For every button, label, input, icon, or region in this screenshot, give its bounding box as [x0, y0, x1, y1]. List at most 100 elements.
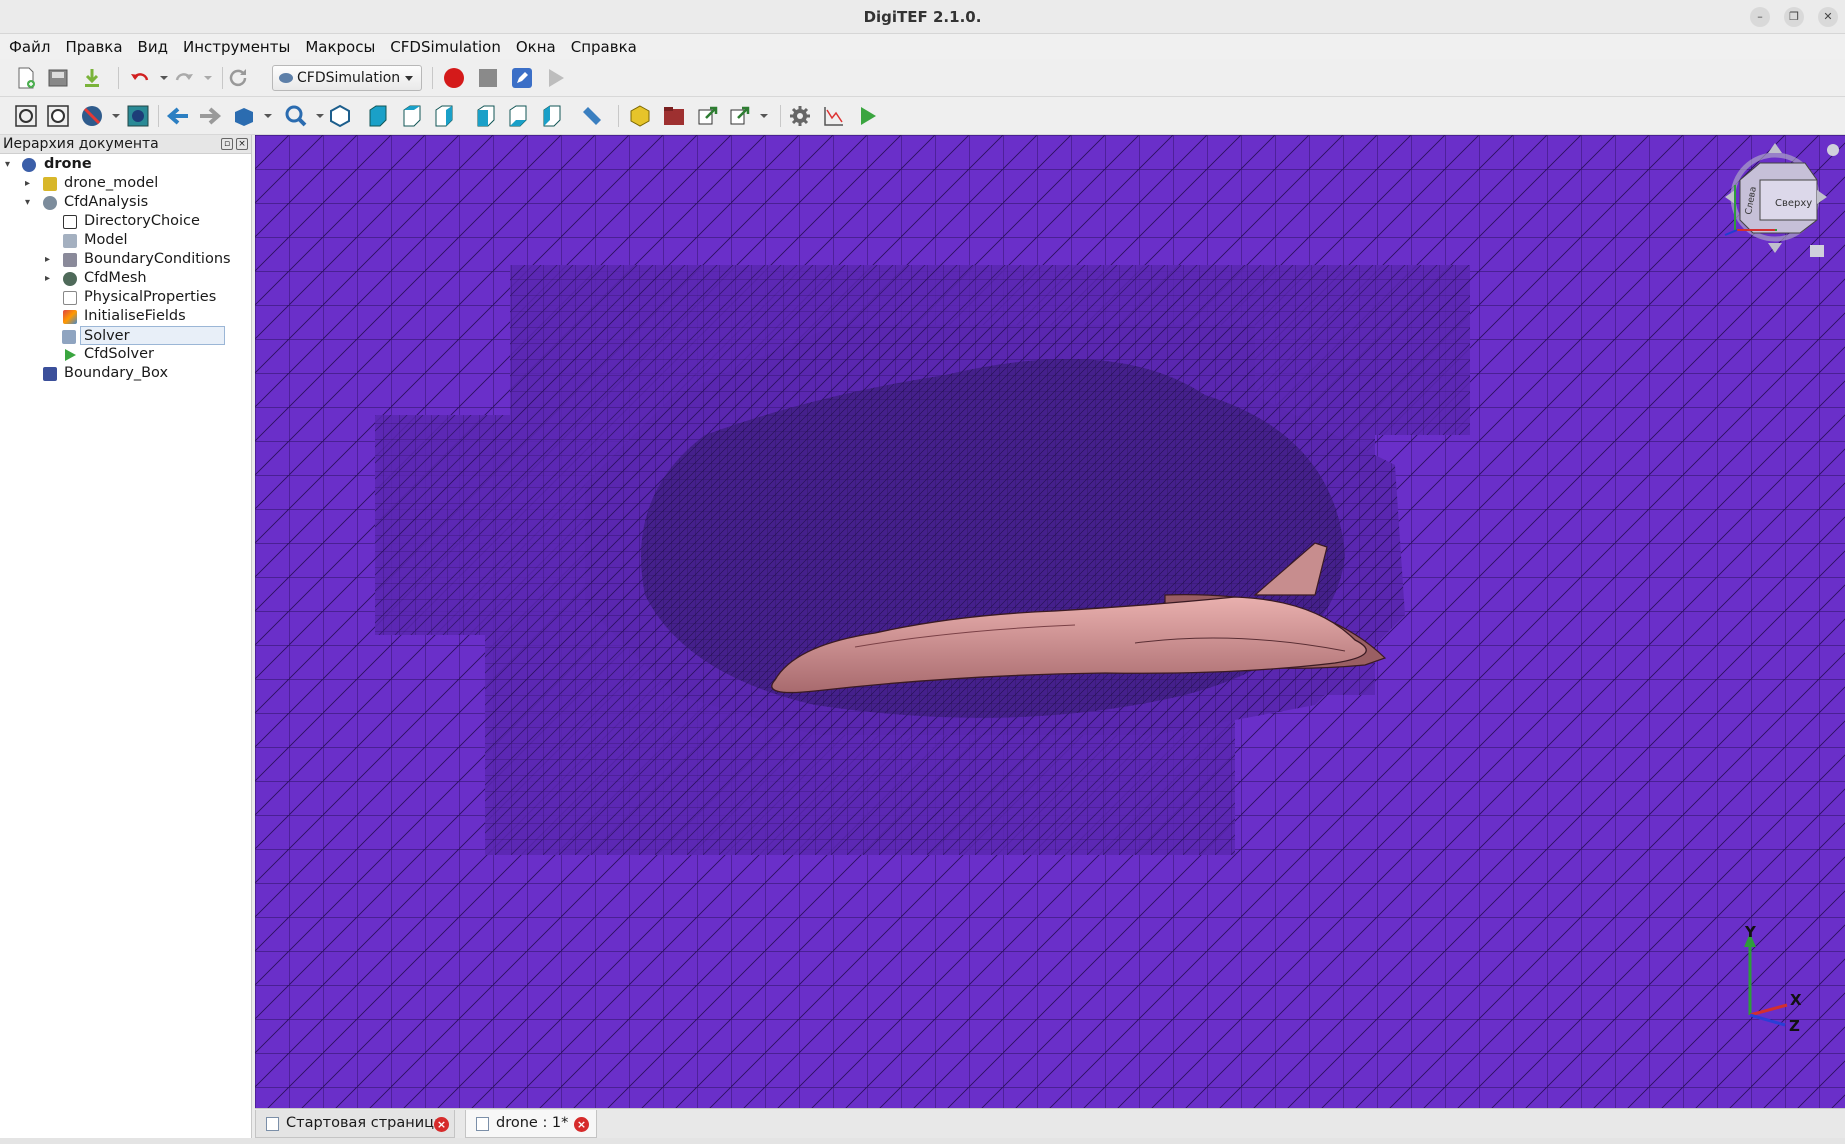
mesh-view[interactable]: Сверху Слева Y X Z	[255, 135, 1845, 1108]
tree-item-cfdanalysis[interactable]: ▾ CfdAnalysis	[0, 193, 250, 212]
back-arrow-icon[interactable]	[166, 104, 190, 128]
tab-label: Стартовая страница	[286, 1115, 443, 1131]
redo-icon[interactable]	[172, 66, 196, 90]
menu-windows[interactable]: Окна	[516, 38, 556, 56]
measure-icon[interactable]	[580, 104, 604, 128]
tree-item-directorychoice[interactable]: DirectoryChoice	[0, 212, 250, 231]
stop-macro-icon[interactable]	[476, 66, 500, 90]
collapse-arrow-icon[interactable]: ▸	[45, 269, 55, 288]
tree-item-solver[interactable]: Solver	[62, 326, 225, 345]
workbench-selector[interactable]: CFDSimulation	[272, 65, 422, 91]
std-views-icon[interactable]	[232, 104, 256, 128]
new-document-icon[interactable]	[14, 66, 38, 90]
play-icon	[65, 349, 76, 361]
tree-label: BoundaryConditions	[84, 251, 231, 267]
view-toolbar	[0, 97, 1845, 135]
create-group-icon[interactable]	[662, 104, 686, 128]
tree-item-drone[interactable]: ▾ drone	[0, 155, 250, 174]
gear-icon	[43, 196, 57, 210]
axis-y-label: Y	[1744, 923, 1757, 941]
status-bar	[0, 1138, 1845, 1144]
close-tab-icon[interactable]: ×	[434, 1117, 449, 1132]
nav-view-menu-icon[interactable]	[1810, 245, 1824, 257]
front-view-icon[interactable]	[366, 104, 390, 128]
tab-start-page[interactable]: Стартовая страница ×	[255, 1110, 455, 1138]
menu-cfdsimulation[interactable]: CFDSimulation	[390, 38, 501, 56]
navcube-face-top[interactable]: Сверху	[1775, 198, 1812, 209]
menu-view[interactable]: Вид	[138, 38, 168, 56]
tree-label: drone	[44, 156, 92, 172]
menu-help[interactable]: Справка	[571, 38, 637, 56]
link-actions-dropdown-icon[interactable]	[752, 104, 776, 128]
float-panel-icon[interactable]: ▫	[221, 138, 233, 150]
menu-edit[interactable]: Правка	[65, 38, 122, 56]
tab-drone[interactable]: drone : 1* ×	[465, 1110, 597, 1138]
save-icon[interactable]	[80, 66, 104, 90]
axis-x-label: X	[1790, 991, 1802, 1009]
residuals-plot-icon[interactable]	[822, 104, 846, 128]
properties-icon	[63, 291, 77, 305]
tree-item-cfdsolver[interactable]: CfdSolver	[0, 345, 250, 364]
menu-tools[interactable]: Инструменты	[183, 38, 290, 56]
top-view-icon[interactable]	[400, 104, 424, 128]
redo-dropdown-icon[interactable]	[196, 66, 220, 90]
menu-bar: Файл Правка Вид Инструменты Макросы CFDS…	[0, 34, 1845, 59]
bounding-box-icon[interactable]	[126, 104, 150, 128]
title-bar: DigiTEF 2.1.0. – ❐ ✕	[0, 0, 1845, 34]
tree-item-boundary-box[interactable]: Boundary_Box	[0, 364, 250, 383]
document-icon	[476, 1117, 489, 1131]
gear-icon[interactable]	[788, 104, 812, 128]
forward-arrow-icon[interactable]	[198, 104, 222, 128]
tree-item-model[interactable]: Model	[0, 231, 250, 250]
window-title: DigiTEF 2.1.0.	[863, 8, 982, 26]
draw-style-icon[interactable]	[80, 104, 104, 128]
tree-item-boundaryconditions[interactable]: ▸ BoundaryConditions	[0, 250, 250, 269]
undo-icon[interactable]	[128, 66, 152, 90]
left-view-icon[interactable]	[540, 104, 564, 128]
draw-style-dropdown-icon[interactable]	[104, 104, 128, 128]
tree-item-physicalproperties[interactable]: PhysicalProperties	[0, 288, 250, 307]
zoom-icon[interactable]	[284, 104, 308, 128]
close-tab-icon[interactable]: ×	[574, 1117, 589, 1132]
run-macro-icon[interactable]	[544, 66, 568, 90]
create-link-icon[interactable]	[696, 104, 720, 128]
std-views-dropdown-icon[interactable]	[256, 104, 280, 128]
menu-file[interactable]: Файл	[9, 38, 50, 56]
close-panel-icon[interactable]: ×	[236, 138, 248, 150]
tree-item-drone-model[interactable]: ▸ drone_model	[0, 174, 250, 193]
document-icon	[22, 158, 36, 172]
fit-selection-icon[interactable]	[46, 104, 70, 128]
create-part-icon[interactable]	[628, 104, 652, 128]
tree-label: Boundary_Box	[64, 365, 169, 381]
collapse-arrow-icon[interactable]: ▸	[25, 174, 35, 193]
record-macro-icon[interactable]	[442, 66, 466, 90]
bottom-view-icon[interactable]	[506, 104, 530, 128]
refresh-icon[interactable]	[226, 66, 250, 90]
initialise-fields-icon	[63, 310, 77, 324]
expand-arrow-icon[interactable]: ▾	[25, 193, 35, 212]
box-icon	[43, 367, 57, 381]
rear-view-icon[interactable]	[474, 104, 498, 128]
fit-all-icon[interactable]	[14, 104, 38, 128]
run-solver-icon[interactable]	[856, 104, 880, 128]
3d-viewport[interactable]: Сверху Слева Y X Z	[255, 135, 1845, 1108]
close-button[interactable]: ✕	[1818, 7, 1838, 27]
maximize-button[interactable]: ❐	[1784, 7, 1804, 27]
model-icon	[63, 234, 77, 248]
right-view-icon[interactable]	[432, 104, 456, 128]
tab-label: drone : 1*	[496, 1115, 569, 1131]
edit-macro-icon[interactable]	[510, 66, 534, 90]
menu-macros[interactable]: Макросы	[305, 38, 375, 56]
minimize-button[interactable]: –	[1750, 7, 1770, 27]
tree-item-initialisefields[interactable]: InitialiseFields	[0, 307, 250, 326]
collapse-arrow-icon[interactable]: ▸	[45, 250, 55, 269]
isometric-view-icon[interactable]	[328, 104, 352, 128]
link-actions-icon[interactable]	[728, 104, 752, 128]
open-document-icon[interactable]	[46, 66, 70, 90]
tree-label: CfdMesh	[84, 270, 147, 286]
document-icon	[266, 1117, 279, 1131]
expand-arrow-icon[interactable]: ▾	[5, 155, 15, 174]
tree-item-cfdmesh[interactable]: ▸ CfdMesh	[0, 269, 250, 288]
nav-menu-icon[interactable]	[1827, 144, 1839, 156]
boundary-conditions-icon	[63, 253, 77, 267]
